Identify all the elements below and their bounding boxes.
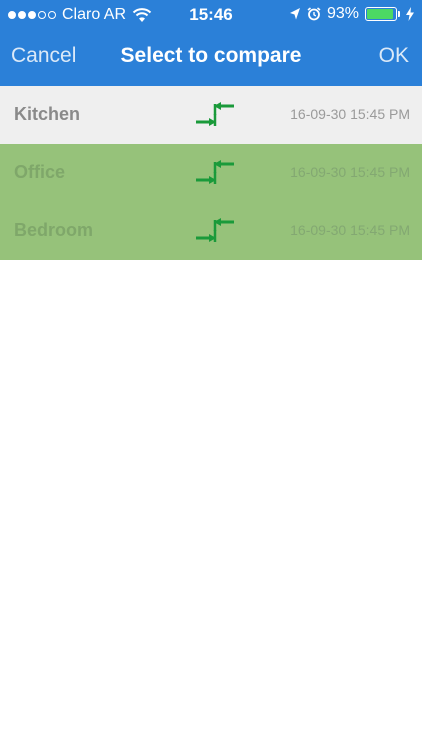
app-header: Claro AR 15:46 93% Cancel Select to comp… [0,0,422,86]
room-timestamp: 16-09-30 15:45 PM [290,164,410,180]
room-name: Bedroom [14,220,94,240]
charging-bolt-icon [406,7,414,21]
room-timestamp: 16-09-30 15:45 PM [290,222,410,238]
compare-arrows-icon [194,160,236,186]
alarm-clock-icon [307,7,321,21]
room-row[interactable]: Bedroom 16-09-30 15:45 PM [0,202,422,260]
battery-percent: 93% [326,5,359,22]
room-row[interactable]: Kitchen 16-09-30 15:45 PM [0,86,422,144]
page-title: Select to compare [120,44,302,67]
room-name: Kitchen [14,104,81,124]
status-bar: Claro AR 15:46 93% [0,0,422,30]
status-right: 93% [289,5,414,23]
room-row[interactable]: Office 16-09-30 15:45 PM [0,144,422,202]
room-name: Office [14,162,66,182]
compare-arrows-icon [194,218,236,244]
room-list: Kitchen 16-09-30 15:45 PM Office 16-09-30… [0,86,422,260]
compare-arrows-icon [194,102,236,128]
room-timestamp: 16-09-30 15:45 PM [290,106,410,122]
ok-button[interactable]: OK [379,44,409,68]
navigation-bar: Cancel Select to compare OK [0,30,422,86]
location-arrow-icon [289,8,300,20]
battery-icon [365,7,400,21]
